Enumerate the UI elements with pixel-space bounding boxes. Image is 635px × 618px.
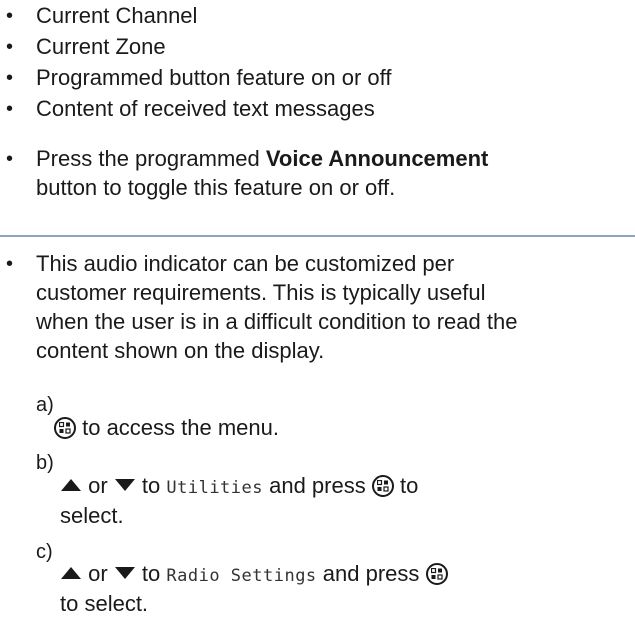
press-text: and press bbox=[316, 561, 426, 586]
note-line: This audio indicator can be customized p… bbox=[36, 251, 455, 276]
press-text: and press bbox=[263, 473, 372, 498]
or-text: or bbox=[82, 561, 114, 586]
or-text: or bbox=[82, 473, 114, 498]
note-line: customer requirements. This is typically… bbox=[36, 280, 486, 305]
list-item: Content of received text messages bbox=[36, 96, 375, 121]
up-arrow-icon bbox=[61, 567, 81, 579]
down-arrow-icon bbox=[114, 479, 135, 491]
step-b-line-2: select. bbox=[60, 503, 124, 528]
menu-ok-icon bbox=[54, 417, 76, 439]
note-line: when the user is in a difficult conditio… bbox=[36, 309, 518, 334]
section-divider bbox=[0, 235, 635, 237]
menu-ok-icon bbox=[425, 563, 448, 585]
step-a-text: to access the menu. bbox=[54, 414, 279, 442]
menu-ok-icon bbox=[371, 475, 394, 497]
utilities-menu-label: Utilities bbox=[166, 478, 263, 498]
voice-announcement-label: Voice Announcement bbox=[265, 146, 489, 171]
bullet: • bbox=[6, 253, 14, 275]
down-arrow-icon bbox=[114, 567, 135, 579]
up-arrow-icon bbox=[61, 479, 81, 491]
note-line: content shown on the display. bbox=[36, 338, 325, 363]
bullet: • bbox=[6, 98, 14, 120]
radio-settings-menu-label: Radio Settings bbox=[166, 566, 317, 586]
to-text: to bbox=[135, 561, 167, 586]
bullet: • bbox=[6, 36, 14, 58]
press-line-2: button to toggle this feature on or off. bbox=[36, 175, 396, 200]
to-text: to bbox=[135, 473, 167, 498]
press-line-1: Press the programmed Voice Announcement bbox=[36, 145, 488, 173]
step-label: b) bbox=[36, 452, 54, 474]
bullet: • bbox=[6, 5, 14, 27]
step-b-line-1: or to Utilities and press to bbox=[60, 472, 418, 502]
list-item: Programmed button feature on or off bbox=[36, 65, 392, 90]
list-item: Current Channel bbox=[36, 3, 198, 28]
bullet: • bbox=[6, 67, 14, 89]
step-label: c) bbox=[36, 541, 53, 563]
list-item: Current Zone bbox=[36, 34, 166, 59]
to-tail: to bbox=[393, 473, 419, 498]
step-a-desc: to access the menu. bbox=[76, 415, 279, 440]
press-prefix: Press the programmed bbox=[36, 146, 266, 171]
bullet: • bbox=[6, 148, 14, 170]
step-label: a) bbox=[36, 394, 54, 416]
step-c-line-2: to select. bbox=[60, 591, 149, 616]
step-c-line-1: or to Radio Settings and press bbox=[60, 560, 448, 590]
